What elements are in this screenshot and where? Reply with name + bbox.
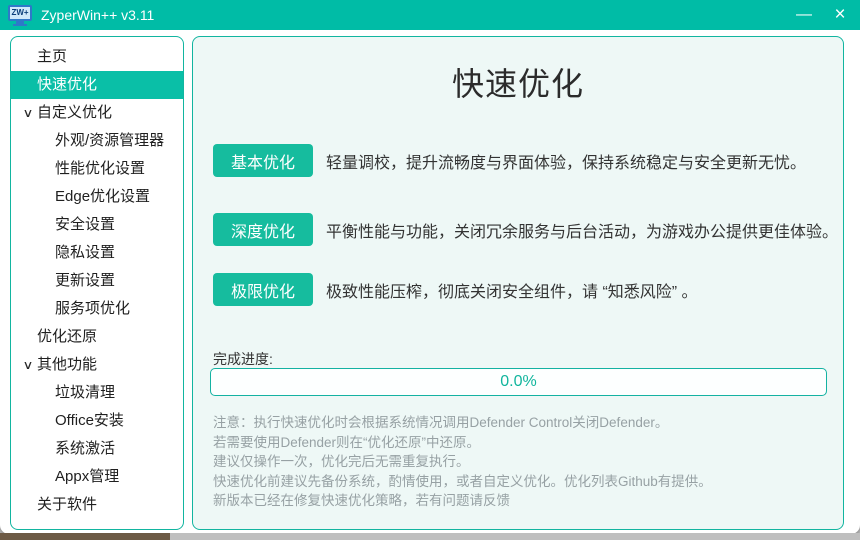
progress-bar: 0.0%: [210, 368, 827, 396]
note-line: 若需要使用Defender则在“优化还原”中还原。: [213, 433, 712, 453]
page-title: 快速优化: [193, 59, 843, 105]
progress-value: 0.0%: [211, 369, 826, 395]
note-line: 快速优化前建议先备份系统，酌情使用，或者自定义优化。优化列表Github有提供。: [213, 472, 712, 492]
title-bar: ZW+ ZyperWin++ v3.11 — ×: [0, 0, 860, 30]
sidebar-item-performance-settings[interactable]: 性能优化设置: [11, 155, 183, 183]
note-line: 新版本已经在修复快速优化策略，若有问题请反馈: [213, 491, 712, 511]
extreme-optimize-desc: 极致性能压榨，彻底关闭安全组件，请 “知悉风险” 。: [326, 278, 698, 302]
notes-block: 注意：执行快速优化时会根据系统情况调用Defender Control关闭Def…: [213, 413, 712, 511]
desktop-background: [0, 533, 170, 540]
sidebar-item-privacy-settings[interactable]: 隐私设置: [11, 239, 183, 267]
sidebar-item-about[interactable]: 关于软件: [11, 491, 183, 519]
sidebar-group-custom-optimize[interactable]: ∨自定义优化: [11, 99, 183, 127]
sidebar-item-optimize-restore[interactable]: 优化还原: [11, 323, 183, 351]
sidebar-group-label: 其他功能: [37, 356, 97, 373]
extreme-optimize-row: 极限优化 极致性能压榨，彻底关闭安全组件，请 “知悉风险” 。: [213, 273, 698, 306]
basic-optimize-row: 基本优化 轻量调校，提升流畅度与界面体验，保持系统稳定与安全更新无忧。: [213, 144, 806, 177]
sidebar-item-home[interactable]: 主页: [11, 43, 183, 71]
sidebar-item-appearance-explorer[interactable]: 外观/资源管理器: [11, 127, 183, 155]
note-line: 注意：执行快速优化时会根据系统情况调用Defender Control关闭Def…: [213, 413, 712, 433]
chevron-down-icon: ∨: [17, 351, 40, 379]
sidebar-item-junk-clean[interactable]: 垃圾清理: [11, 379, 183, 407]
deep-optimize-button[interactable]: 深度优化: [213, 213, 313, 246]
note-line: 建议仅操作一次，优化完后无需重复执行。: [213, 452, 712, 472]
sidebar-item-appx-manage[interactable]: Appx管理: [11, 463, 183, 491]
minimize-button[interactable]: —: [786, 0, 822, 30]
sidebar-item-office-install[interactable]: Office安装: [11, 407, 183, 435]
basic-optimize-button[interactable]: 基本优化: [213, 144, 313, 177]
desktop-background: [170, 533, 860, 540]
sidebar-item-services-optimize[interactable]: 服务项优化: [11, 295, 183, 323]
chevron-down-icon: ∨: [17, 99, 40, 127]
sidebar-nav: 主页 快速优化 ∨自定义优化 外观/资源管理器 性能优化设置 Edge优化设置 …: [10, 36, 184, 530]
deep-optimize-desc: 平衡性能与功能，关闭冗余服务与后台活动，为游戏办公提供更佳体验。: [326, 218, 838, 242]
extreme-optimize-button[interactable]: 极限优化: [213, 273, 313, 306]
window-title: ZyperWin++ v3.11: [41, 7, 786, 23]
progress-label: 完成进度:: [213, 349, 273, 369]
logo-text: ZW+: [11, 8, 28, 17]
sidebar-item-security-settings[interactable]: 安全设置: [11, 211, 183, 239]
sidebar-group-label: 自定义优化: [37, 104, 112, 121]
sidebar-group-other-features[interactable]: ∨其他功能: [11, 351, 183, 379]
quick-optimize-panel: 快速优化 基本优化 轻量调校，提升流畅度与界面体验，保持系统稳定与安全更新无忧。…: [192, 36, 844, 530]
basic-optimize-desc: 轻量调校，提升流畅度与界面体验，保持系统稳定与安全更新无忧。: [326, 149, 806, 173]
sidebar-item-quick-optimize[interactable]: 快速优化: [11, 71, 183, 99]
close-button[interactable]: ×: [822, 0, 858, 30]
app-window: ZW+ ZyperWin++ v3.11 — × 主页 快速优化 ∨自定义优化 …: [0, 0, 860, 534]
deep-optimize-row: 深度优化 平衡性能与功能，关闭冗余服务与后台活动，为游戏办公提供更佳体验。: [213, 213, 838, 246]
app-logo-icon: ZW+: [8, 5, 32, 26]
sidebar-item-system-activation[interactable]: 系统激活: [11, 435, 183, 463]
sidebar-item-update-settings[interactable]: 更新设置: [11, 267, 183, 295]
sidebar-item-edge-settings[interactable]: Edge优化设置: [11, 183, 183, 211]
